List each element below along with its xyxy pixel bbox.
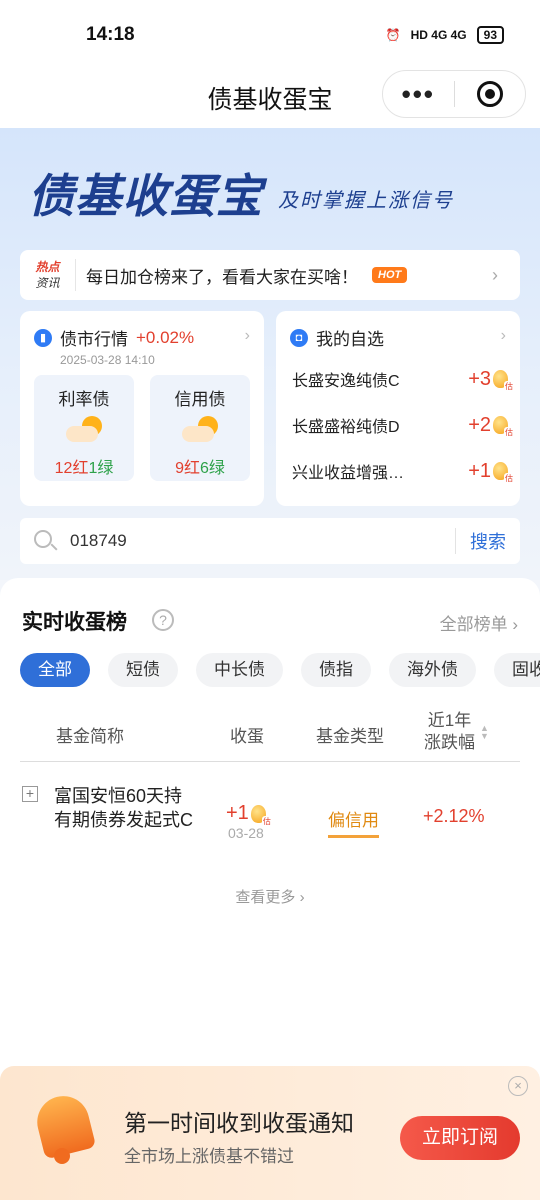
status-bar: 14:18 ⏰ HD 4G 4G 93 (0, 0, 540, 70)
table-header: 基金简称 收蛋 基金类型 近1年 涨跌幅 ▲ ▼ (20, 706, 520, 762)
brand-logo: 债基收蛋宝 (28, 170, 263, 222)
capsule-menu: ••• (382, 70, 526, 118)
banner-subtitle: 全市场上涨债基不错过 (124, 1147, 294, 1166)
search-icon (34, 530, 58, 552)
market-card[interactable]: ▮ 债市行情 +0.02% › 2025-03-28 14:10 利率债 12红… (20, 311, 264, 506)
table-row[interactable]: + 富国安恒60天持有期债券发起式C +1 估 03-28 偏信用 +2.12% (20, 780, 520, 860)
bookmark-icon: ◘ (290, 328, 308, 347)
status-icons: ⏰ HD 4G 4G 93 (386, 26, 504, 44)
watchlist-title: 我的自选 (316, 330, 384, 349)
hot-news-message: 每日加仓榜来了，看看大家在买啥！ (86, 267, 358, 287)
egg-icon: 估 (493, 462, 514, 484)
close-icon[interactable]: × (508, 1076, 528, 1096)
hot-news-tag: 热点 资讯 (20, 259, 76, 291)
search-button[interactable]: 搜索 (456, 528, 520, 554)
watchlist-item-name: 长盛安逸纯债C (292, 373, 400, 390)
credit-bond-box[interactable]: 信用债 9红6绿 (150, 375, 250, 481)
market-date: 2025-03-28 14:10 (60, 353, 155, 367)
credit-bond-count: 9红6绿 (175, 460, 225, 477)
alarm-icon: ⏰ (385, 28, 401, 42)
tab-mid-long-bond[interactable]: 中长债 (196, 653, 283, 687)
mini-program-navbar: 债基收蛋宝 ••• (0, 70, 540, 128)
partly-cloudy-icon (180, 414, 220, 448)
bell-icon (24, 1084, 104, 1170)
column-egg: 收蛋 (230, 727, 264, 746)
credit-bond-label: 信用债 (174, 390, 226, 409)
watchlist-item-name: 长盛盛裕纯债D (292, 419, 400, 436)
fund-name: 富国安恒60天持有期债券发起式C (54, 786, 193, 830)
chevron-right-icon: › (244, 327, 250, 344)
column-name: 基金简称 (56, 727, 124, 746)
chevron-right-icon: › (492, 264, 498, 285)
watchlist-item[interactable]: 长盛安逸纯债C +3 估 (292, 367, 514, 392)
sort-icon[interactable]: ▲ ▼ (480, 724, 489, 741)
fund-type: 偏信用 (328, 806, 379, 838)
watchlist-item-egg: +3 估 (468, 367, 514, 392)
watchlist-item-egg: +1 估 (468, 459, 514, 484)
watchlist-card[interactable]: ◘ 我的自选 › 长盛安逸纯债C +3 估 长盛盛裕纯债D +2 估 兴业收益增强…… (276, 311, 520, 506)
search-input[interactable]: 018749 (70, 531, 455, 551)
rate-bond-label: 利率债 (58, 390, 110, 409)
rate-bond-count: 12红1绿 (54, 460, 114, 477)
market-card-header: ▮ 债市行情 +0.02% (34, 325, 194, 350)
chart-icon: ▮ (34, 328, 52, 347)
market-change: +0.02% (136, 327, 195, 347)
search-bar: 018749 搜索 (20, 518, 520, 564)
fund-egg: +1 估 03-28 (226, 802, 272, 841)
see-more-link[interactable]: 查看更多 › (0, 886, 540, 907)
tab-overseas-bond[interactable]: 海外债 (389, 653, 476, 687)
fund-change: +2.12% (423, 806, 485, 826)
more-options-icon[interactable]: ••• (383, 81, 454, 107)
ranking-tabs: 全部 短债 中长债 债指 海外债 固收 (20, 653, 540, 689)
fund-egg-date: 03-28 (228, 825, 264, 841)
banner-title: 第一时间收到收蛋通知 (124, 1110, 354, 1136)
battery-icon: 93 (476, 26, 504, 44)
tab-short-bond[interactable]: 短债 (108, 653, 178, 687)
watchlist-header: ◘ 我的自选 (290, 325, 384, 350)
tab-bond-index[interactable]: 债指 (301, 653, 371, 687)
hot-news-bar[interactable]: 热点 资讯 每日加仓榜来了，看看大家在买啥！ HOT › (20, 250, 520, 300)
partly-cloudy-icon (64, 414, 104, 448)
ranking-title: 实时收蛋榜 (22, 611, 127, 634)
watchlist-item-egg: +2 估 (468, 413, 514, 438)
egg-icon: 估 (493, 416, 514, 438)
egg-icon: 估 (493, 370, 514, 392)
subscribe-button[interactable]: 立即订阅 (400, 1116, 520, 1160)
fund-egg-value: +1 估 (226, 802, 272, 827)
all-rankings-link[interactable]: 全部榜单 › (440, 610, 518, 635)
add-watchlist-icon[interactable]: + (22, 786, 38, 802)
target-icon (476, 81, 503, 107)
hot-tag-line1: 热点 (35, 260, 60, 274)
network-indicator: HD 4G 4G (410, 28, 467, 42)
column-change-sortable[interactable]: 近1年 涨跌幅 (424, 710, 475, 754)
hot-badge: HOT (372, 267, 408, 283)
column-type: 基金类型 (316, 727, 384, 746)
watchlist-item[interactable]: 长盛盛裕纯债D +2 估 (292, 413, 514, 438)
status-time: 14:18 (86, 24, 135, 45)
help-icon[interactable]: ? (152, 609, 174, 631)
market-title: 债市行情 (60, 330, 128, 349)
close-miniprogram-button[interactable] (455, 81, 526, 107)
watchlist-item[interactable]: 兴业收益增强… +1 估 (292, 459, 514, 484)
hot-tag-line2: 资讯 (35, 276, 60, 290)
brand-slogan: 及时掌握上涨信号 (278, 190, 454, 212)
rate-bond-box[interactable]: 利率债 12红1绿 (34, 375, 134, 481)
chevron-right-icon: › (500, 327, 506, 344)
tab-fixed-income[interactable]: 固收 (494, 653, 540, 687)
subscribe-banner: 第一时间收到收蛋通知 全市场上涨债基不错过 立即订阅 × (0, 1066, 540, 1200)
watchlist-item-name: 兴业收益增强… (292, 465, 405, 482)
egg-icon: 估 (250, 804, 272, 827)
tab-all[interactable]: 全部 (20, 653, 90, 687)
